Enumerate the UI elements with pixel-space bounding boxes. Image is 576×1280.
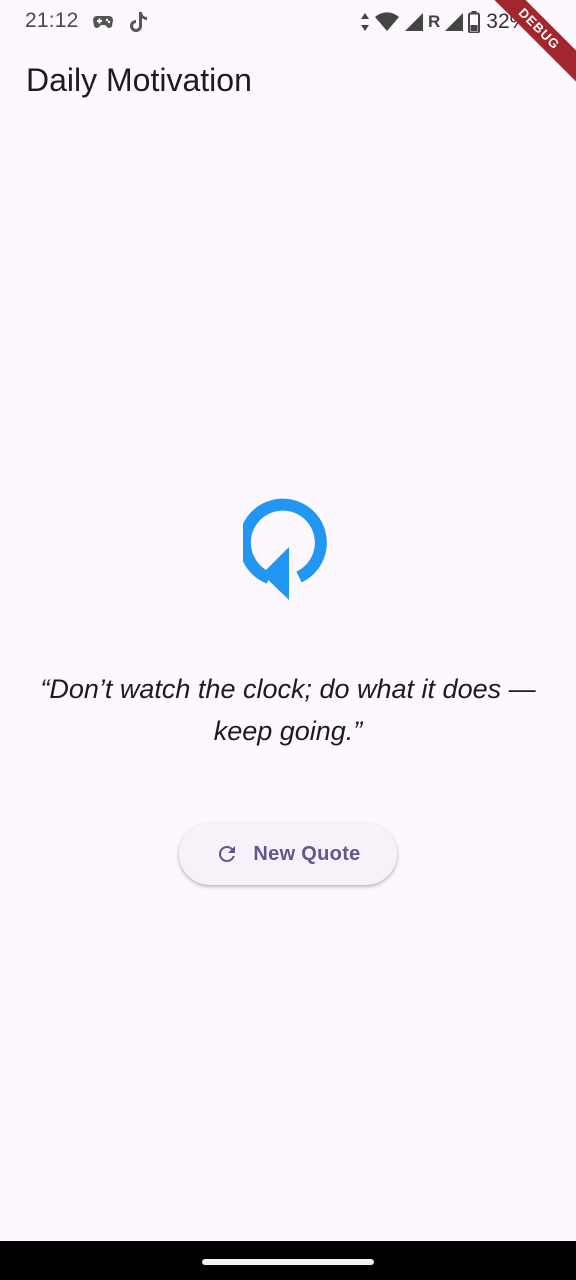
home-gesture-handle[interactable]	[202, 1259, 374, 1265]
gamepad-icon	[93, 16, 113, 28]
signal-icon	[405, 13, 423, 31]
wifi-icon	[375, 12, 399, 31]
signal-icon	[445, 13, 464, 31]
refresh-arrow-icon	[243, 498, 327, 600]
status-left-icons	[92, 11, 148, 33]
quote-text: “Don’t watch the clock; do what it does …	[40, 674, 536, 746]
status-right-icons: R 32%	[360, 10, 528, 34]
new-quote-label: New Quote	[253, 842, 361, 865]
status-time: 21:12	[25, 9, 79, 32]
app-bar-title: Daily Motivation	[26, 62, 252, 98]
new-quote-button[interactable]: New Quote	[179, 823, 397, 885]
battery-icon	[468, 11, 481, 33]
refresh-icon	[219, 846, 236, 862]
data-arrows-icon	[361, 13, 369, 31]
navigation-bar	[0, 1241, 576, 1280]
roaming-indicator: R	[428, 12, 441, 31]
status-bar: 21:12 R 32%	[0, 0, 576, 44]
tiktok-icon	[130, 12, 147, 32]
